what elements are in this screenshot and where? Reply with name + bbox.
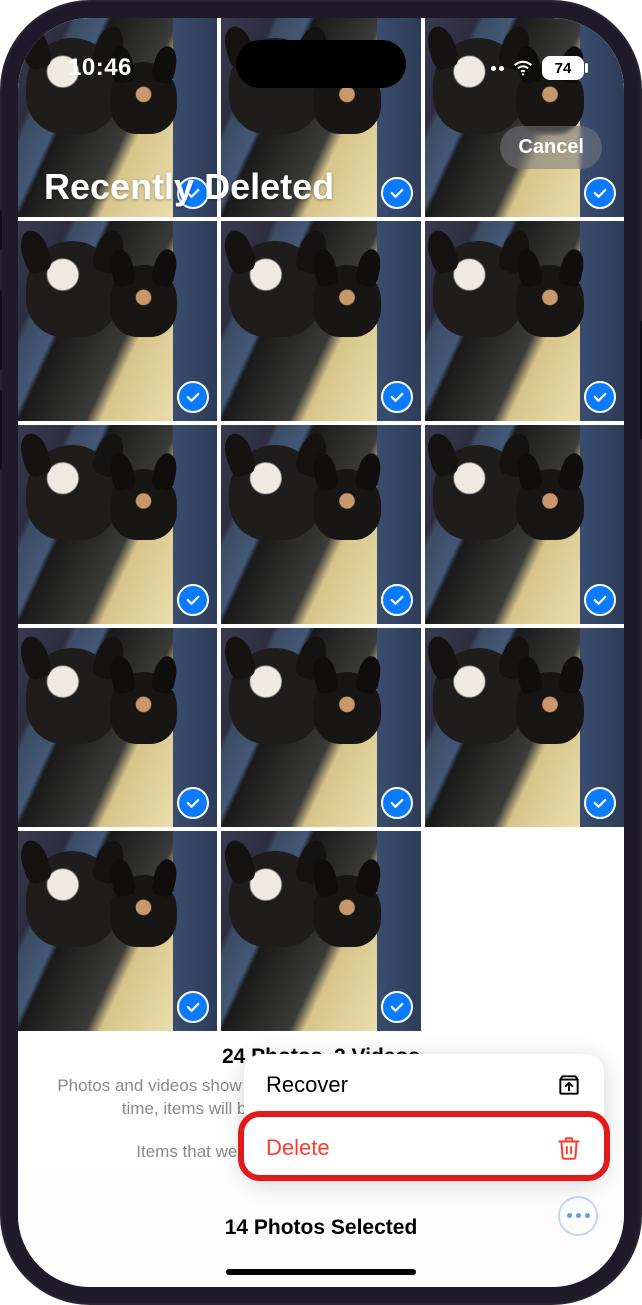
dynamic-island [236,40,406,88]
selected-check-icon [381,991,413,1023]
iphone-frame: 10:46 74 Recently Deleted Cancel [0,0,642,1305]
home-indicator[interactable] [226,1269,416,1275]
selected-check-icon [381,787,413,819]
status-time: 10:46 [68,54,132,82]
bottom-toolbar: 14 Photos Selected [18,1167,624,1287]
delete-label: Delete [266,1135,330,1161]
cellular-icon [491,66,504,71]
screen: 10:46 74 Recently Deleted Cancel [18,18,624,1287]
more-button[interactable] [558,1196,598,1236]
action-popup: Recover Delete [244,1054,604,1179]
photo-thumbnail[interactable] [221,628,420,827]
recover-icon [556,1072,582,1098]
selected-check-icon [177,991,209,1023]
cancel-button[interactable]: Cancel [500,126,602,169]
volume-down-button [0,390,2,470]
selected-check-icon [381,177,413,209]
selected-check-icon [381,584,413,616]
recover-action[interactable]: Recover [244,1054,604,1116]
selected-check-icon [177,381,209,413]
delete-action[interactable]: Delete [244,1116,604,1179]
side-button [0,210,2,250]
photo-thumbnail[interactable] [221,221,420,420]
ellipsis-icon [567,1213,590,1218]
photo-thumbnail[interactable] [18,628,217,827]
trash-icon [556,1135,582,1161]
photo-thumbnail[interactable] [221,425,420,624]
recover-label: Recover [266,1072,348,1098]
selected-check-icon [584,584,616,616]
photo-thumbnail[interactable] [221,831,420,1030]
status-indicators: 74 [491,56,584,80]
photo-grid[interactable] [18,18,624,1031]
photo-thumbnail[interactable] [425,425,624,624]
volume-up-button [0,290,2,370]
selection-count: 14 Photos Selected [225,1216,418,1240]
selected-check-icon [381,381,413,413]
photo-thumbnail[interactable] [18,221,217,420]
photo-thumbnail[interactable] [425,221,624,420]
photo-thumbnail[interactable] [18,425,217,624]
photo-thumbnail[interactable] [425,628,624,827]
selected-check-icon [584,381,616,413]
wifi-icon [512,57,534,79]
battery-indicator: 74 [542,56,584,80]
photo-thumbnail[interactable] [18,831,217,1030]
empty-cell [425,831,624,1030]
